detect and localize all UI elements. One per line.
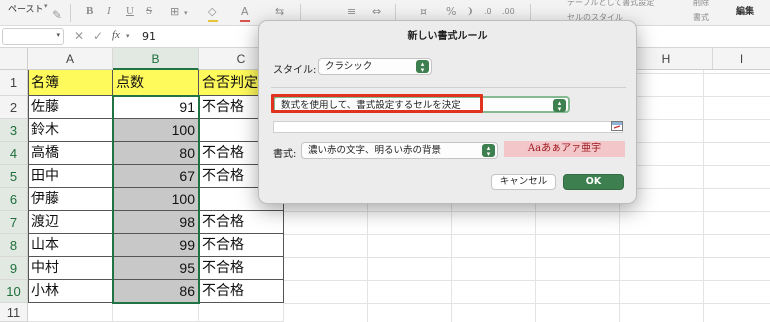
formula-rule-input[interactable] (273, 121, 623, 133)
row-header[interactable]: 2 (0, 96, 28, 119)
format-select-value: 濃い赤の文字、明るい赤の背景 (308, 145, 442, 156)
cell-score[interactable]: 67 (113, 165, 199, 188)
row-header[interactable]: 3 (0, 119, 28, 142)
row-header[interactable]: 10 (0, 280, 28, 303)
highlight-annotation (271, 94, 483, 113)
row-header[interactable]: 4 (0, 142, 28, 165)
format-preview: Aaあぁアァ亜宇 (504, 141, 625, 157)
strikethrough-button[interactable]: S (146, 5, 152, 17)
underline-button[interactable]: U (126, 5, 134, 17)
new-format-rule-dialog: 新しい書式ルール スタイル: クラシック ▴ ▾ 数式を使用して、書式設定するセル… (258, 20, 637, 204)
confirm-edit-icon[interactable]: ✓ (93, 29, 103, 43)
cell-score[interactable]: 86 (113, 280, 199, 303)
row-header[interactable]: 11 (0, 303, 28, 322)
format-select[interactable]: 濃い赤の文字、明るい赤の背景 ▴ ▾ (301, 142, 498, 159)
cell-name[interactable]: 佐藤 (28, 96, 113, 119)
dialog-title: 新しい書式ルール (407, 31, 488, 42)
chevron-down-icon[interactable]: ▾ (56, 31, 60, 39)
cell-name[interactable]: 渡辺 (28, 211, 113, 234)
insert-function-icon[interactable]: fx (112, 29, 120, 41)
cell-score[interactable]: 95 (113, 257, 199, 280)
format-label: 書式: (273, 149, 297, 160)
name-box[interactable]: ▾ (2, 28, 64, 45)
cell-result[interactable]: 不合格 (199, 234, 284, 257)
wrap-text-icon[interactable]: ⇆ (275, 5, 284, 18)
cell-name[interactable]: 中村 (28, 257, 113, 280)
ok-button[interactable]: OK (563, 174, 624, 190)
align-icon[interactable]: ≡ (347, 5, 356, 18)
dialog-divider (271, 87, 626, 88)
increase-decimal-button[interactable]: .0 (484, 7, 492, 16)
empty-cell[interactable] (28, 303, 113, 322)
row-header[interactable]: 1 (0, 70, 28, 96)
cancel-button[interactable]: キャンセル (491, 174, 556, 190)
row-header[interactable]: 9 (0, 257, 28, 280)
cell-b1[interactable]: 点数 (113, 70, 199, 96)
font-color-swatch (240, 20, 250, 22)
currency-icon[interactable]: ¤ (420, 5, 427, 18)
cell-name[interactable]: 高橋 (28, 142, 113, 165)
fill-color-icon[interactable]: ◇ (208, 5, 216, 18)
cell-score[interactable]: 91 (113, 96, 199, 119)
decrease-decimal-button[interactable]: .00 (502, 7, 515, 16)
table-left-border (28, 70, 29, 303)
cell-score[interactable]: 80 (113, 142, 199, 165)
italic-button[interactable]: I (107, 5, 111, 17)
cell-score[interactable]: 100 (113, 188, 199, 211)
cell-name[interactable]: 田中 (28, 165, 113, 188)
column-header-i[interactable]: I (713, 48, 770, 70)
editing-button[interactable]: 編集 (736, 4, 754, 17)
select-all-corner[interactable] (0, 48, 28, 70)
stepper-icon: ▴ ▾ (416, 60, 429, 74)
cell-a1[interactable]: 名簿 (28, 70, 113, 96)
range-select-icon[interactable] (611, 121, 623, 131)
style-select-value: クラシック (325, 61, 373, 72)
cell-score[interactable]: 98 (113, 211, 199, 234)
chevron-down-icon[interactable]: ▾ (44, 2, 48, 10)
format-cells-button[interactable]: 書式 (693, 12, 709, 23)
delete-cells-button[interactable]: 削除 (693, 0, 709, 8)
font-color-button[interactable]: A (241, 5, 249, 18)
cell-name[interactable]: 伊藤 (28, 188, 113, 211)
format-painter-icon[interactable]: ✎ (52, 8, 62, 22)
row-header[interactable]: 8 (0, 234, 28, 257)
empty-cell[interactable] (113, 303, 199, 322)
borders-icon[interactable]: ⊞ (170, 5, 179, 18)
cell-result[interactable]: 不合格 (199, 211, 284, 234)
row-header[interactable]: 5 (0, 165, 28, 188)
paste-button[interactable]: ペースト (8, 2, 44, 15)
merge-icon[interactable]: ⇔ (372, 5, 381, 18)
formula-input[interactable]: 91 (142, 30, 156, 43)
style-label: スタイル: (273, 65, 317, 76)
empty-cell[interactable] (199, 303, 284, 322)
chevron-down-icon[interactable]: ▾ (184, 9, 188, 17)
cell-result[interactable]: 不合格 (199, 280, 284, 303)
column-header-a[interactable]: A (28, 48, 113, 70)
row-header[interactable]: 6 (0, 188, 28, 211)
cell-score[interactable]: 99 (113, 234, 199, 257)
stepper-icon: ▴ ▾ (482, 144, 495, 158)
column-header-b[interactable]: B (113, 48, 199, 70)
chevron-down-icon[interactable]: ▾ (126, 32, 130, 40)
cell-name[interactable]: 鈴木 (28, 119, 113, 142)
cell-result[interactable]: 不合格 (199, 257, 284, 280)
stepper-icon: ▴ ▾ (553, 99, 566, 113)
percent-button[interactable]: % (446, 5, 456, 18)
bold-button[interactable]: B (86, 5, 93, 17)
row-header[interactable]: 7 (0, 211, 28, 234)
comma-style-icon[interactable]: ❩ (466, 7, 474, 17)
ribbon-divider (70, 4, 71, 22)
cell-name[interactable]: 小林 (28, 280, 113, 303)
cell-name[interactable]: 山本 (28, 234, 113, 257)
cell-score[interactable]: 100 (113, 119, 199, 142)
fill-color-swatch (208, 20, 218, 22)
cancel-edit-icon[interactable]: ✕ (74, 29, 84, 43)
style-select[interactable]: クラシック ▴ ▾ (318, 58, 432, 75)
format-as-table-button[interactable]: テーブルとして書式設定 (567, 0, 654, 8)
